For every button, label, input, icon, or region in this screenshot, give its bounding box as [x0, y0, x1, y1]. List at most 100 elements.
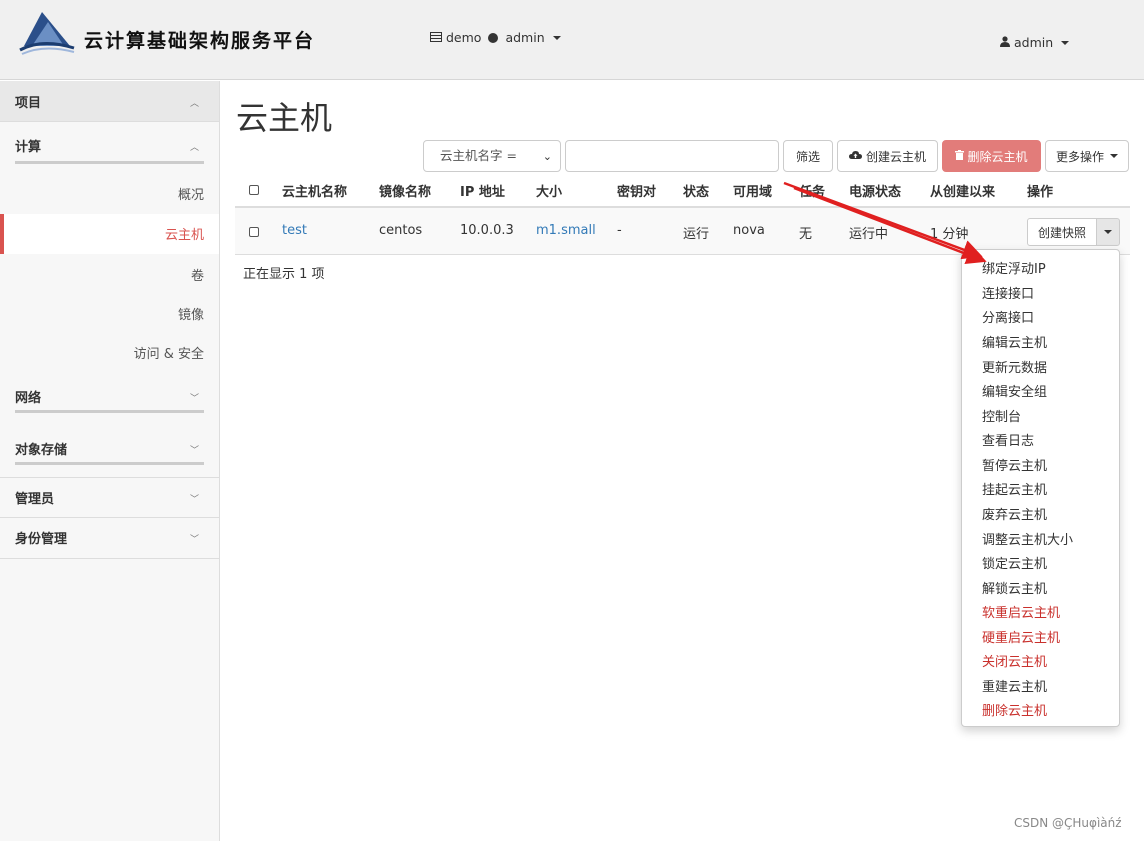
sidebar-section-label: 管理员: [15, 491, 55, 507]
sidebar-section-admin[interactable]: 管理员 ﹀: [0, 477, 219, 517]
sidebar-section-label: 网络: [15, 390, 42, 406]
menu-item-rebuild-instance[interactable]: 重建云主机: [982, 676, 1047, 695]
column-header-status[interactable]: 状态: [683, 181, 709, 200]
menu-item-resize-instance[interactable]: 调整云主机大小: [982, 529, 1073, 548]
column-header-ip[interactable]: IP 地址: [460, 181, 505, 200]
column-header-zone[interactable]: 可用域: [733, 181, 772, 200]
menu-item-attach-interface[interactable]: 连接接口: [982, 283, 1034, 302]
top-navbar: 云计算基础架构服务平台 demo admin admin: [0, 0, 1144, 80]
sidebar-item-access-security[interactable]: 访问 & 安全: [134, 343, 204, 362]
menu-item-suspend-instance[interactable]: 挂起云主机: [982, 479, 1047, 498]
menu-item-console[interactable]: 控制台: [982, 406, 1021, 425]
table-footer-count: 正在显示 1 项: [243, 267, 325, 282]
divider: [0, 558, 219, 559]
page-title: 云主机: [236, 99, 333, 137]
filter-input[interactable]: [565, 140, 779, 172]
separator-dot-icon: [488, 32, 499, 43]
divider: [0, 121, 219, 122]
trash-icon: [955, 149, 965, 163]
instance-ip: 10.0.0.3: [460, 223, 514, 238]
caret-down-icon: [1110, 154, 1118, 158]
instance-status: 运行: [683, 227, 710, 242]
project-name: demo: [446, 30, 482, 45]
sidebar: 项目 ︿ 计算 ︿ 概况 云主机 卷 镜像 访问 & 安全 网络 ﹀ 对象存储 …: [0, 81, 220, 841]
menu-item-lock-instance[interactable]: 锁定云主机: [982, 553, 1047, 572]
sidebar-section-compute[interactable]: 计算 ︿: [0, 125, 219, 165]
menu-item-soft-reboot[interactable]: 软重启云主机: [982, 602, 1060, 621]
chevron-down-icon: ⌄: [542, 150, 552, 163]
instance-keypair: -: [617, 223, 622, 238]
logo: [18, 10, 76, 60]
sidebar-section-label: 身份管理: [15, 531, 68, 547]
row-actions-dropdown: 绑定浮动IP 连接接口 分离接口 编辑云主机 更新元数据 编辑安全组 控制台 查…: [961, 249, 1120, 727]
filter-button[interactable]: 筛选: [783, 140, 833, 172]
sidebar-item-images[interactable]: 镜像: [178, 304, 204, 323]
menu-item-shut-off[interactable]: 关闭云主机: [982, 651, 1047, 670]
filter-field-value: 云主机名字 =: [440, 148, 517, 163]
more-actions-label: 更多操作: [1055, 149, 1104, 164]
menu-item-detach-interface[interactable]: 分离接口: [982, 307, 1034, 326]
instance-name-link[interactable]: test: [282, 223, 307, 238]
sidebar-item-instances[interactable]: 云主机: [165, 224, 204, 243]
instance-task: 无: [799, 227, 813, 242]
sidebar-item-volumes[interactable]: 卷: [191, 265, 204, 284]
create-snapshot-button[interactable]: 创建快照: [1027, 218, 1097, 246]
column-header-task[interactable]: 任务: [799, 181, 825, 200]
section-underline: [15, 462, 204, 465]
column-header-name[interactable]: 云主机名称: [282, 181, 347, 200]
menu-item-pause-instance[interactable]: 暂停云主机: [982, 455, 1047, 474]
caret-down-icon: [1061, 40, 1070, 45]
select-all-checkbox[interactable]: [249, 185, 259, 195]
column-header-size[interactable]: 大小: [536, 181, 562, 200]
table-header: 云主机名称 镜像名称 IP 地址 大小 密钥对 状态 可用域 任务 电源状态 从…: [235, 172, 1130, 208]
column-header-age[interactable]: 从创建以来: [930, 181, 995, 200]
instance-age: 1 分钟: [930, 227, 969, 242]
menu-item-associate-floating-ip[interactable]: 绑定浮动IP: [982, 258, 1046, 277]
chevron-down-icon: ﹀: [189, 535, 199, 545]
filter-field-select[interactable]: 云主机名字 = ⌄: [423, 140, 561, 172]
menu-item-edit-security-groups[interactable]: 编辑安全组: [982, 381, 1047, 400]
sidebar-section-label: 项目: [15, 95, 42, 111]
table-row: test centos 10.0.0.3 m1.small - 运行 nova …: [235, 208, 1130, 255]
menu-item-view-log[interactable]: 查看日志: [982, 430, 1034, 449]
create-instance-button[interactable]: 创建云主机: [837, 140, 938, 172]
brand-title: 云计算基础架构服务平台: [84, 30, 316, 52]
section-underline: [15, 161, 204, 164]
cloud-upload-icon: [848, 149, 862, 163]
menu-item-edit-instance[interactable]: 编辑云主机: [982, 332, 1047, 351]
delete-instances-button[interactable]: 删除云主机: [942, 140, 1041, 172]
instance-image: centos: [379, 223, 423, 238]
row-actions-toggle[interactable]: [1096, 218, 1120, 246]
chevron-down-icon: ﹀: [189, 394, 199, 404]
menu-item-shelve-instance[interactable]: 废弃云主机: [982, 504, 1047, 523]
column-header-image[interactable]: 镜像名称: [379, 181, 431, 200]
user-name: admin: [1014, 35, 1054, 50]
sidebar-section-project[interactable]: 项目 ︿: [0, 81, 219, 121]
chevron-up-icon: ︿: [189, 143, 199, 153]
sidebar-section-identity[interactable]: 身份管理 ﹀: [0, 517, 219, 557]
column-header-keypair[interactable]: 密钥对: [617, 181, 656, 200]
project-user: admin: [505, 30, 545, 45]
sidebar-section-label: 计算: [15, 139, 42, 155]
menu-item-unlock-instance[interactable]: 解锁云主机: [982, 578, 1047, 597]
caret-down-icon: [1104, 230, 1112, 234]
menu-item-hard-reboot[interactable]: 硬重启云主机: [982, 627, 1060, 646]
instance-power-state: 运行中: [849, 227, 889, 242]
menu-item-delete-instance[interactable]: 删除云主机: [982, 700, 1047, 719]
instance-zone: nova: [733, 223, 765, 238]
row-checkbox[interactable]: [249, 227, 259, 237]
column-header-actions: 操作: [1027, 185, 1054, 200]
watermark: CSDN @ÇHuφìàńź: [1014, 816, 1122, 830]
user-menu[interactable]: admin: [1000, 35, 1070, 50]
more-actions-button[interactable]: 更多操作: [1045, 140, 1129, 172]
column-header-power[interactable]: 电源状态: [849, 181, 901, 200]
menu-item-update-metadata[interactable]: 更新元数据: [982, 357, 1047, 376]
project-switcher[interactable]: demo admin: [430, 30, 561, 45]
chevron-down-icon: ﹀: [189, 446, 199, 456]
chevron-down-icon: ﹀: [189, 495, 199, 505]
caret-down-icon: [552, 35, 561, 40]
instance-size-link[interactable]: m1.small: [536, 223, 596, 238]
sidebar-item-overview[interactable]: 概况: [178, 184, 204, 203]
server-icon: [430, 30, 442, 45]
section-underline: [15, 410, 204, 413]
